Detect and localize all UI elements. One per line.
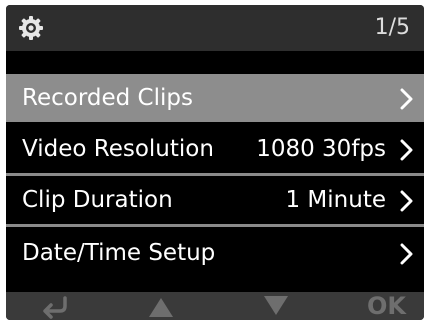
menu-item-label: Clip Duration [22,187,173,213]
status-bar: 1/5 [6,5,424,51]
menu-item-value: 1 Minute [285,187,386,213]
menu-item-label: Video Resolution [22,136,214,162]
divider [6,224,424,227]
ok-button[interactable]: OK [367,291,406,320]
menu-item-value: 1080 30fps [256,136,386,162]
button-hint-bar: OK [6,292,424,320]
menu-item-clip-duration[interactable]: Clip Duration 1 Minute [6,176,424,224]
menu-item-date-time-setup[interactable]: Date/Time Setup [6,229,424,277]
chevron-right-icon [400,190,413,212]
menu-item-video-resolution[interactable]: Video Resolution 1080 30fps [6,125,424,173]
gear-icon [19,16,43,40]
return-arrow-icon[interactable] [36,292,76,320]
chevron-right-icon [400,243,413,265]
chevron-right-icon [400,88,413,110]
triangle-down-icon[interactable] [259,292,293,320]
chevron-right-icon [400,139,413,161]
menu-item-label: Date/Time Setup [22,240,216,266]
triangle-up-icon[interactable] [144,292,178,320]
menu-item-recorded-clips[interactable]: Recorded Clips [6,74,424,122]
camera-menu-screen: 1/5 Recorded Clips Video Resolution 1080… [6,5,424,320]
page-indicator: 1/5 [374,15,410,40]
menu-item-label: Recorded Clips [22,85,193,111]
